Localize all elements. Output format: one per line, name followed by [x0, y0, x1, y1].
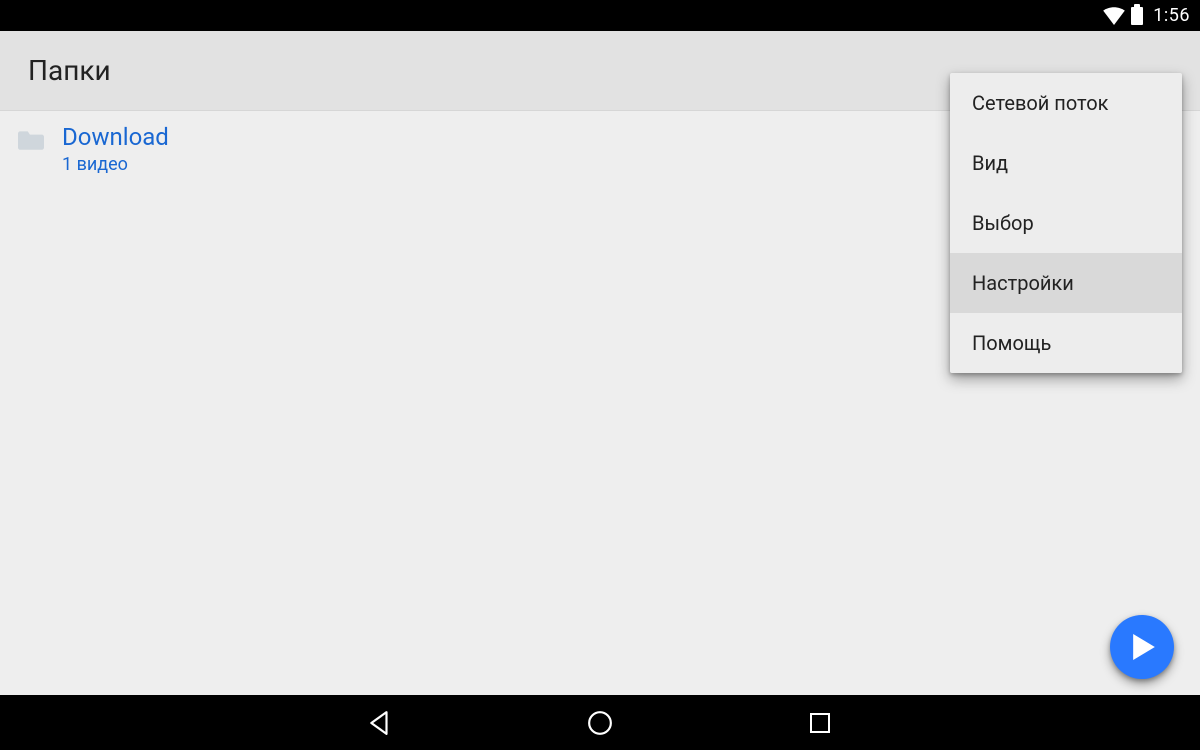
battery-icon [1131, 7, 1143, 25]
recents-icon [808, 711, 832, 735]
status-bar: 1:56 [0, 0, 1200, 31]
play-fab[interactable] [1110, 615, 1174, 679]
status-clock: 1:56 [1153, 5, 1190, 26]
screen: 1:56 Папки Download 1 видео [0, 0, 1200, 750]
menu-item-label: Настройки [972, 271, 1074, 295]
nav-home-button[interactable] [585, 708, 615, 738]
menu-item-settings[interactable]: Настройки [950, 253, 1182, 313]
folder-name: Download [62, 123, 169, 152]
home-icon [587, 710, 613, 736]
menu-item-help[interactable]: Помощь [950, 313, 1182, 373]
menu-item-network-stream[interactable]: Сетевой поток [950, 73, 1182, 133]
menu-item-label: Выбор [972, 211, 1034, 235]
menu-item-label: Вид [972, 151, 1008, 175]
navigation-bar [0, 695, 1200, 750]
folder-texts: Download 1 видео [62, 123, 169, 175]
nav-back-button[interactable] [365, 708, 395, 738]
menu-item-select[interactable]: Выбор [950, 193, 1182, 253]
menu-item-view[interactable]: Вид [950, 133, 1182, 193]
play-icon [1129, 634, 1155, 660]
back-icon [367, 710, 393, 736]
menu-item-label: Помощь [972, 331, 1051, 355]
page-title: Папки [28, 54, 111, 87]
overflow-menu: Сетевой поток Вид Выбор Настройки Помощь [950, 73, 1182, 373]
app-area: Папки Download 1 видео [0, 31, 1200, 695]
folder-icon [18, 129, 44, 151]
menu-item-label: Сетевой поток [972, 91, 1108, 115]
wifi-icon [1103, 7, 1125, 25]
nav-recents-button[interactable] [805, 708, 835, 738]
folder-subtitle: 1 видео [62, 154, 169, 175]
